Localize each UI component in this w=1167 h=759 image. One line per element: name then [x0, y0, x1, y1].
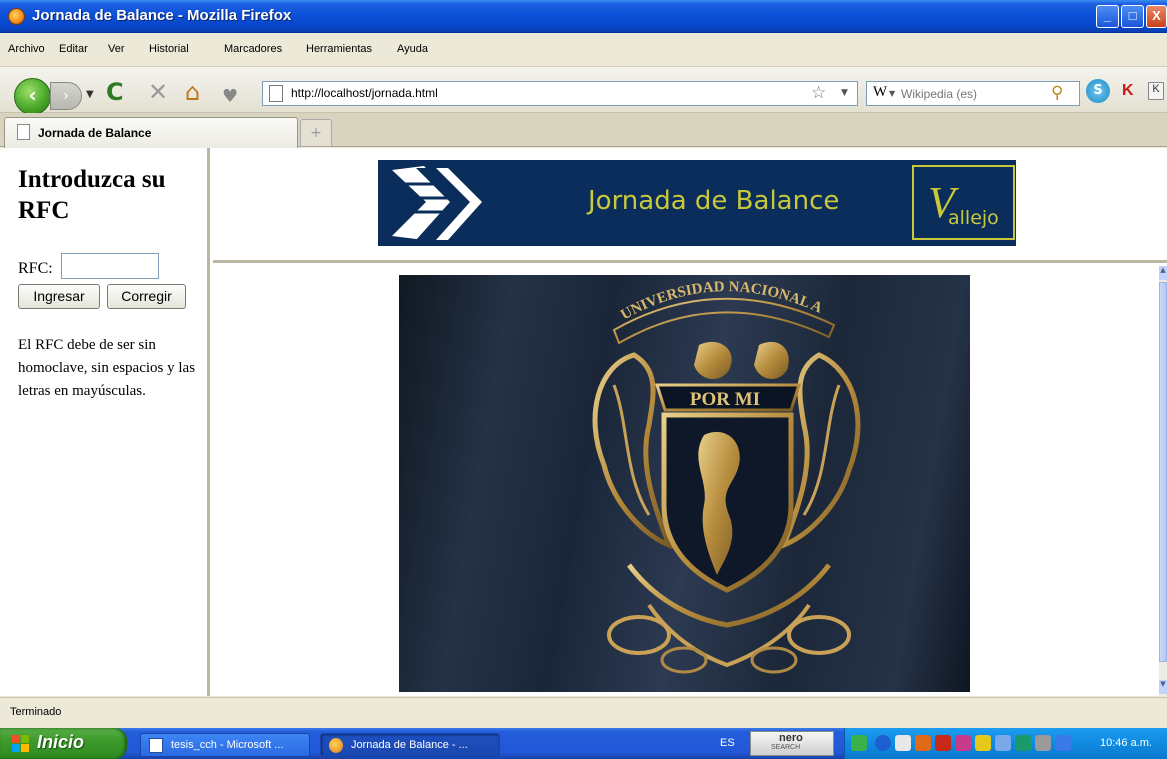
- firefox-icon: [329, 738, 343, 753]
- rfc-input[interactable]: [61, 253, 159, 279]
- unam-crest-icon: UNIVERSIDAD NACIONAL AUTONOMA DE MEXICO …: [399, 275, 861, 674]
- status-bar: Terminado: [0, 697, 1167, 727]
- wikipedia-icon[interactable]: W: [873, 84, 887, 101]
- taskbar-item-label: tesis_cch - Microsoft ...: [171, 739, 284, 751]
- status-text: Terminado: [10, 706, 62, 718]
- new-tab-button[interactable]: +: [300, 119, 332, 147]
- page-icon: [269, 85, 283, 102]
- system-tray: 10:46 a.m.: [844, 728, 1167, 759]
- search-bar[interactable]: W ▼ ⚲: [866, 81, 1080, 106]
- extension-box-icon[interactable]: K: [1148, 82, 1164, 100]
- forward-button[interactable]: ›: [50, 82, 82, 110]
- nero-sub-label: SEARCH: [771, 744, 801, 751]
- rfc-instructions: El RFC debe de ser sin homoclave, sin es…: [18, 337, 196, 399]
- crest-motto: POR MI: [690, 389, 760, 410]
- messenger-icon[interactable]: [975, 735, 991, 751]
- tray-back-icon[interactable]: [875, 735, 891, 751]
- url-text[interactable]: http://localhost/jornada.html: [291, 86, 438, 100]
- history-dropdown-icon[interactable]: ▼: [86, 89, 94, 100]
- security-icon[interactable]: [935, 735, 951, 751]
- start-label: Inicio: [37, 732, 85, 752]
- green-arrow-icon[interactable]: [851, 735, 867, 751]
- ingresar-button[interactable]: Ingresar: [18, 284, 100, 309]
- scroll-up-icon[interactable]: ▲: [1159, 266, 1167, 280]
- menu-historial[interactable]: Historial: [149, 43, 189, 55]
- windows-logo-icon: [12, 735, 30, 753]
- search-engine-dropdown-icon[interactable]: ▼: [889, 89, 895, 98]
- search-input[interactable]: [901, 85, 1041, 103]
- taskbar-item-word[interactable]: tesis_cch - Microsoft ...: [140, 733, 310, 757]
- menu-bar: Archivo Editar Ver Historial Marcadores …: [0, 34, 1167, 67]
- tab-bar: Jornada de Balance +: [0, 113, 1167, 148]
- tray-app-icon[interactable]: [1035, 735, 1051, 751]
- star-icon[interactable]: ☆: [811, 83, 826, 103]
- reload-icon[interactable]: C: [106, 80, 124, 104]
- navigation-toolbar: ‹ › ▼ C ✕ ⌂ ♥ http://localhost/jornada.h…: [0, 67, 1167, 115]
- vertical-scrollbar[interactable]: ▲ ▼: [1159, 266, 1167, 696]
- bookmark-icon[interactable]: ♥: [222, 85, 238, 109]
- left-frame: Introduzca su RFC RFC: Ingresar Corregir…: [0, 148, 210, 696]
- language-indicator[interactable]: ES: [720, 737, 735, 749]
- url-dropdown-icon[interactable]: ▼: [841, 88, 848, 98]
- menu-editar[interactable]: Editar: [59, 43, 88, 55]
- search-icon[interactable]: ⚲: [1051, 83, 1063, 103]
- chevron-logo-icon: [392, 166, 482, 240]
- unam-flag-image: UNIVERSIDAD NACIONAL AUTONOMA DE MEXICO …: [399, 275, 970, 692]
- skype-icon[interactable]: S: [1086, 79, 1110, 103]
- firefox-window: Jornada de Balance - Mozilla Firefox _ □…: [0, 0, 1167, 759]
- monitor-icon[interactable]: [995, 735, 1011, 751]
- clock: 10:46 a.m.: [1100, 737, 1152, 749]
- taskbar-item-label: Jornada de Balance - ...: [351, 739, 468, 751]
- minimize-button[interactable]: _: [1096, 5, 1119, 28]
- nero-label: nero: [779, 732, 803, 744]
- extension-k-icon[interactable]: K: [1122, 82, 1134, 100]
- vallejo-text: allejo: [948, 207, 999, 229]
- update-icon[interactable]: [1015, 735, 1031, 751]
- banner-title: Jornada de Balance: [588, 186, 840, 216]
- corregir-button[interactable]: Corregir: [107, 284, 186, 309]
- page-icon: [17, 124, 30, 140]
- menu-ayuda[interactable]: Ayuda: [397, 43, 428, 55]
- tab-jornada[interactable]: Jornada de Balance: [4, 117, 298, 148]
- taskbar: Inicio tesis_cch - Microsoft ... Jornada…: [0, 728, 1167, 759]
- connection-icon[interactable]: [1055, 735, 1071, 751]
- nero-search-box[interactable]: nero SEARCH: [750, 731, 834, 756]
- close-button[interactable]: X: [1146, 5, 1167, 28]
- banner-frame: Jornada de Balance V allejo: [213, 148, 1167, 263]
- window-title: Jornada de Balance - Mozilla Firefox: [32, 7, 292, 24]
- scroll-down-icon[interactable]: ▼: [1159, 680, 1167, 694]
- tab-label: Jornada de Balance: [38, 126, 152, 140]
- firefox-icon: [8, 8, 25, 25]
- menu-ver[interactable]: Ver: [108, 43, 125, 55]
- rfc-heading: Introduzca su RFC: [18, 166, 166, 224]
- menu-herramientas[interactable]: Herramientas: [306, 43, 372, 55]
- home-icon[interactable]: ⌂: [185, 80, 200, 104]
- taskbar-item-firefox[interactable]: Jornada de Balance - ...: [320, 733, 500, 757]
- stop-icon[interactable]: ✕: [148, 80, 168, 104]
- address-bar[interactable]: http://localhost/jornada.html ☆ ▼: [262, 81, 858, 106]
- title-bar: Jornada de Balance - Mozilla Firefox _ □…: [0, 0, 1167, 33]
- back-button[interactable]: ‹: [14, 78, 51, 115]
- volume-icon[interactable]: [915, 735, 931, 751]
- word-icon: [149, 738, 163, 753]
- page-content: Introduzca su RFC RFC: Ingresar Corregir…: [0, 148, 1167, 696]
- menu-archivo[interactable]: Archivo: [8, 43, 45, 55]
- scroll-thumb[interactable]: [1159, 282, 1167, 662]
- maximize-button[interactable]: □: [1121, 5, 1144, 28]
- rfc-label: RFC:: [18, 260, 53, 277]
- main-frame: UNIVERSIDAD NACIONAL AUTONOMA DE MEXICO …: [213, 266, 1167, 696]
- start-button[interactable]: Inicio: [0, 728, 127, 759]
- k-tray-icon[interactable]: [955, 735, 971, 751]
- banner: Jornada de Balance V allejo: [378, 160, 1016, 246]
- network-icon[interactable]: [895, 735, 911, 751]
- menu-marcadores[interactable]: Marcadores: [224, 43, 282, 55]
- vallejo-logo: V allejo: [912, 165, 1015, 240]
